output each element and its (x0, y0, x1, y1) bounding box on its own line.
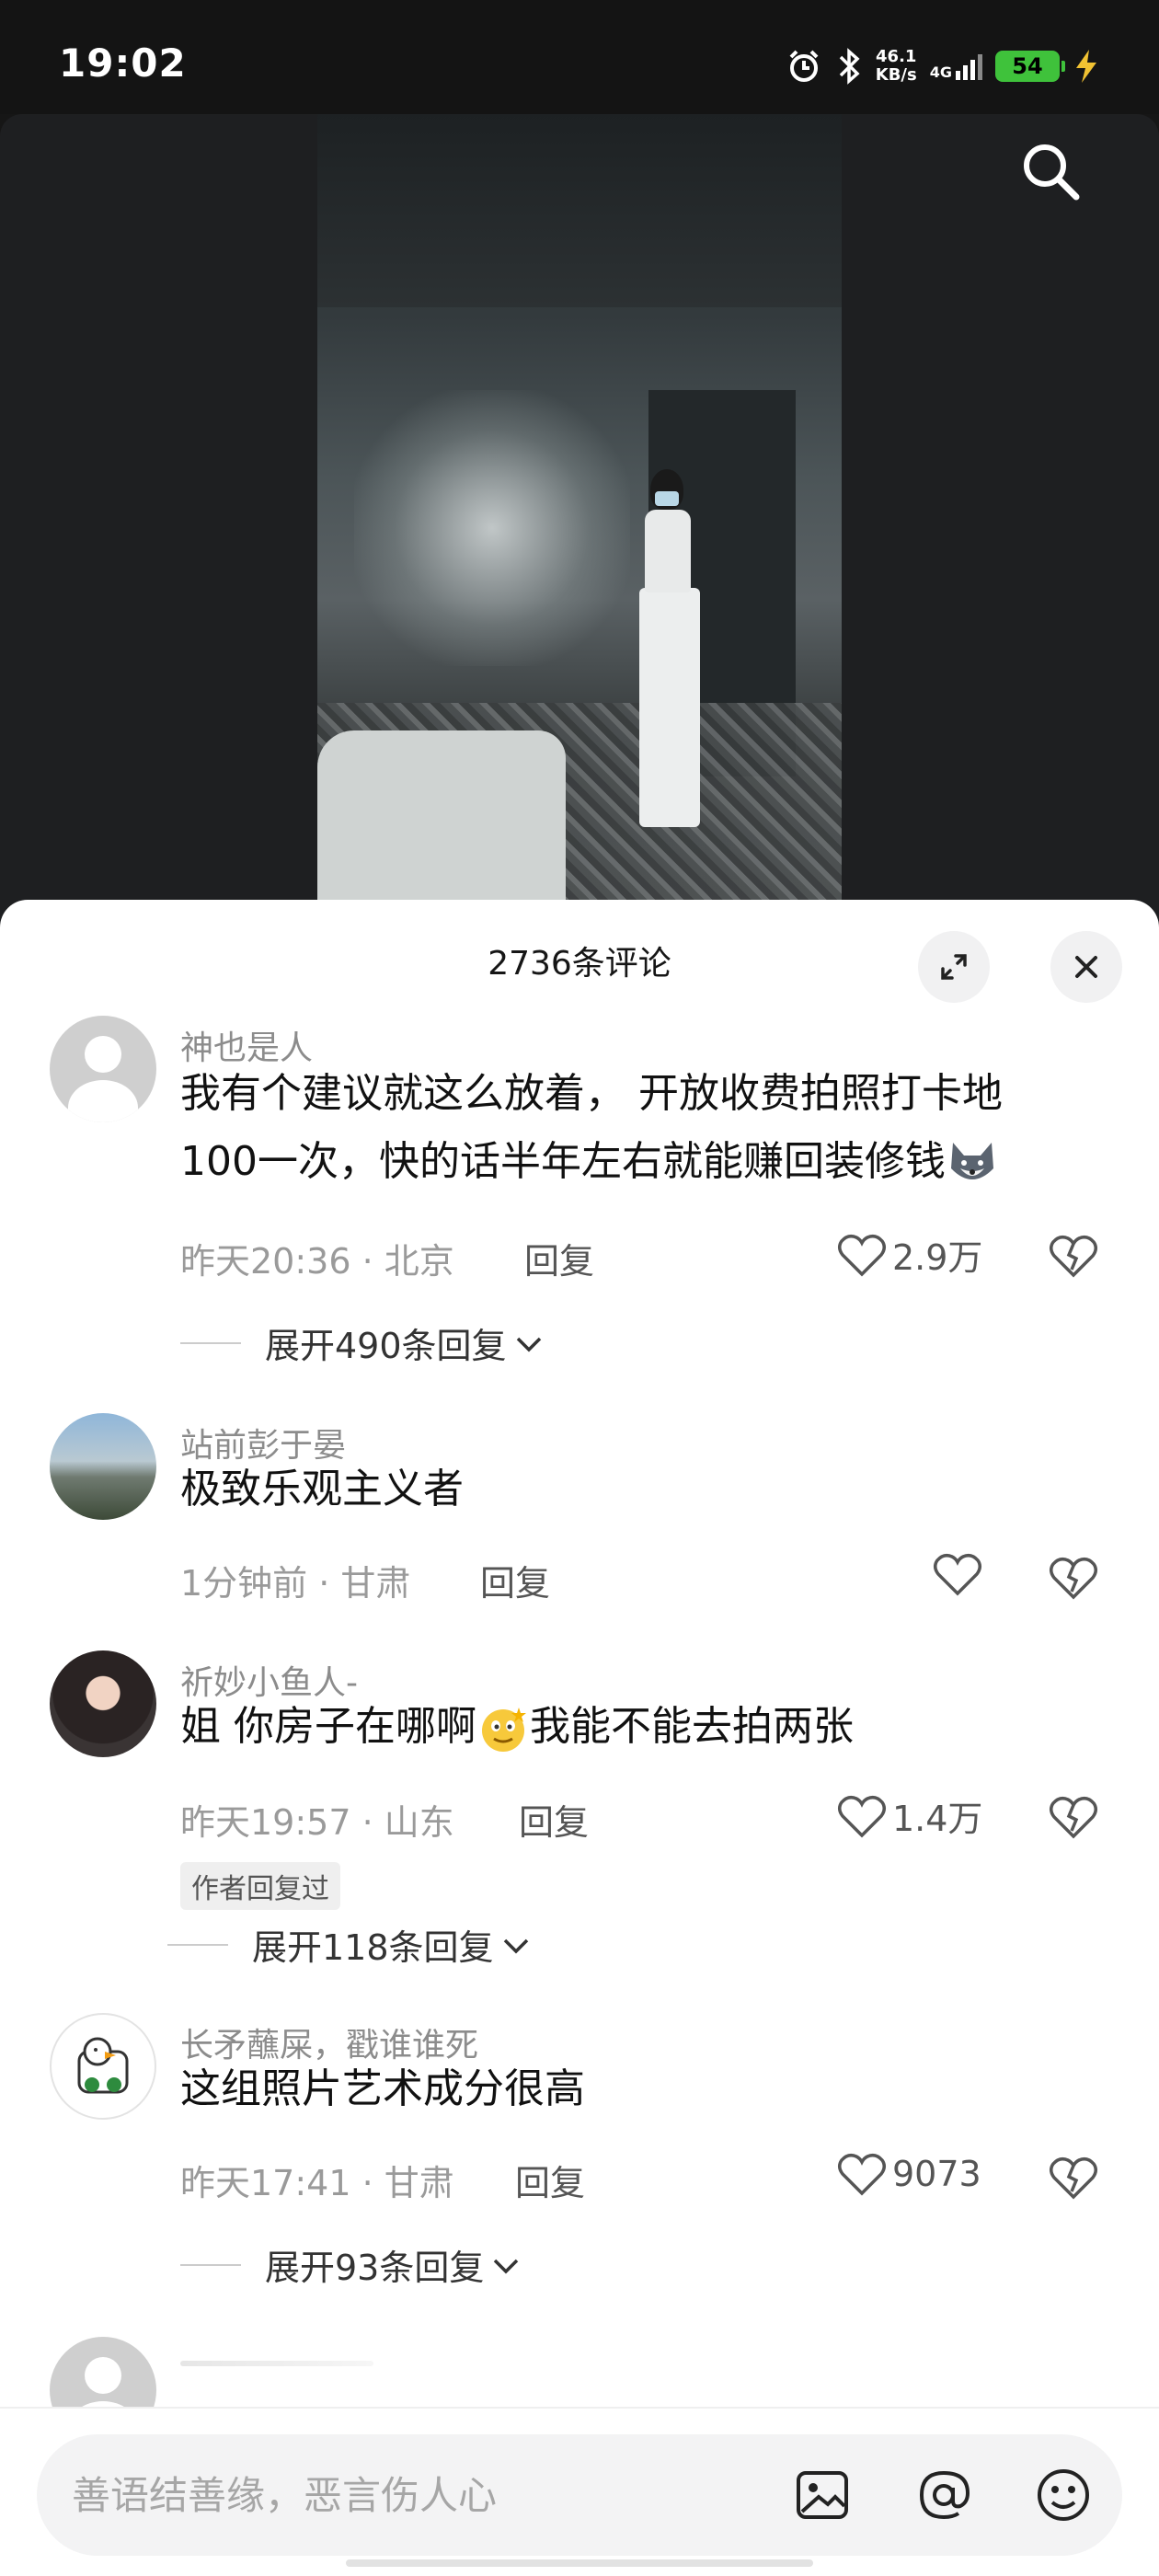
charging-icon (1076, 50, 1096, 83)
expand-icon (941, 954, 967, 980)
avatar[interactable] (50, 2013, 156, 2120)
expand-replies-button[interactable]: 展开490条回复 (180, 1317, 545, 1368)
heart-icon (838, 1795, 886, 1837)
comment-input-container[interactable] (37, 2434, 1122, 2556)
network-type: 4G (929, 63, 952, 81)
reply-button[interactable]: 回复 (515, 2155, 585, 2205)
video-preview[interactable] (0, 114, 1159, 924)
emoji-icon[interactable] (1034, 2466, 1093, 2524)
status-icons: 46.1 KB/s 4G 54 (786, 42, 1100, 90)
comment-text: 姐 你房子在哪啊 我能不能去拍两张 (180, 1693, 1109, 1761)
network-indicator: 4G (930, 52, 982, 80)
dislike-icon[interactable] (1049, 2155, 1098, 2201)
comment-text: 这组照片艺术成分很高 (180, 2065, 585, 2112)
like-button[interactable] (933, 1551, 982, 1597)
network-speed: 46.1 KB/s (875, 47, 917, 85)
heart-icon (934, 1553, 981, 1596)
avatar[interactable] (50, 1650, 156, 1757)
chevron-down-icon (503, 1938, 528, 1953)
home-indicator[interactable] (346, 2559, 813, 2567)
like-button[interactable]: 1.4万 (837, 1790, 982, 1841)
reply-button[interactable]: 回复 (519, 1794, 589, 1845)
reply-button[interactable]: 回复 (524, 1233, 594, 1283)
like-button[interactable]: 9073 (837, 2151, 981, 2197)
like-count: 1.4万 (892, 1799, 983, 1839)
smile-emoji-icon (482, 1708, 526, 1752)
dislike-icon[interactable] (1049, 1555, 1098, 1601)
alarm-icon (789, 50, 819, 82)
image-icon[interactable] (793, 2466, 852, 2524)
close-sheet-button[interactable] (1050, 931, 1122, 1003)
comment-input[interactable] (72, 2462, 771, 2528)
chevron-down-icon (494, 2259, 519, 2273)
status-time: 19:02 (59, 40, 187, 86)
like-count: 2.9万 (892, 1237, 983, 1278)
avatar[interactable] (50, 1016, 156, 1122)
dislike-icon[interactable] (1049, 1233, 1098, 1279)
username-placeholder (180, 2361, 373, 2366)
battery-icon: 54 (995, 51, 1065, 82)
comment-time-location: 昨天17:41 · 甘肃 (180, 2163, 454, 2203)
author-replied-badge: 作者回复过 (180, 1862, 340, 1910)
like-count: 9073 (892, 2154, 981, 2194)
duck-avatar-icon (77, 2037, 129, 2094)
dislike-icon[interactable] (1049, 1794, 1098, 1840)
expand-replies-button[interactable]: 展开93条回复 (180, 2239, 522, 2290)
search-icon[interactable] (1017, 138, 1084, 204)
comment-time-location: 1分钟前 · 甘肃 (180, 1563, 411, 1604)
chevron-down-icon (516, 1337, 541, 1351)
burned-room-photo (317, 114, 842, 924)
heart-icon (838, 1234, 886, 1276)
expand-sheet-button[interactable] (918, 931, 990, 1003)
heart-icon (838, 2153, 886, 2196)
comments-sheet: 2736条评论 神也是人 我有个建议就这么放着， 开放收费拍照打卡地 100一次… (0, 900, 1159, 2576)
comment-time-location: 昨天19:57 · 山东 (180, 1802, 454, 1843)
reply-button[interactable]: 回复 (480, 1555, 550, 1605)
mention-icon[interactable] (914, 2466, 973, 2524)
avatar[interactable] (50, 1413, 156, 1520)
like-button[interactable]: 2.9万 (837, 1229, 982, 1280)
signal-icon (956, 52, 982, 80)
wolf-emoji-icon (950, 1143, 993, 1179)
comment-text: 我有个建议就这么放着， 开放收费拍照打卡地 100一次，快的话半年左右就能赚回装… (180, 1060, 1109, 1196)
close-icon (1075, 956, 1097, 978)
comment-time-location: 昨天20:36 · 北京 (180, 1241, 454, 1282)
expand-replies-button[interactable]: 展开118条回复 (167, 1919, 533, 1970)
comment-input-bar (0, 2407, 1159, 2576)
bluetooth-icon (839, 48, 860, 85)
status-bar: 19:02 46.1 KB/s 4G 54 (0, 0, 1159, 114)
comment-text: 极致乐观主义者 (180, 1466, 464, 1512)
